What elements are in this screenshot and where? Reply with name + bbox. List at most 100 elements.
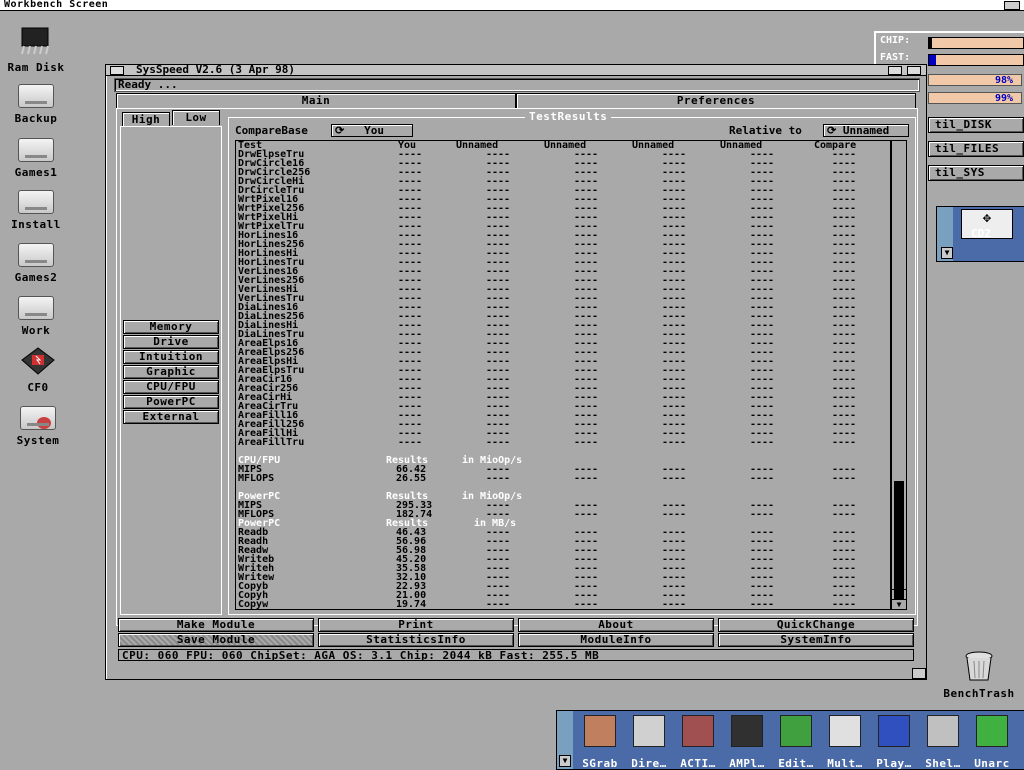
util-disk-button[interactable]: til_DISK [928, 117, 1024, 133]
module-info-button[interactable]: ModuleInfo [518, 633, 714, 647]
dock-item[interactable]: Unarc [969, 715, 1015, 770]
dock-item[interactable]: Shel… [920, 715, 966, 770]
table-row[interactable]: AreaCir16 ---- ---- ---- ---- ---- ---- [236, 375, 890, 385]
desktop-icon-games2[interactable]: Games2 [1, 243, 71, 284]
column-header-row[interactable]: Test You Unnamed Unnamed Unnamed Unnamed Compa… [236, 141, 890, 151]
quickchange-button[interactable]: QuickChange [718, 618, 914, 632]
tab-preferences[interactable]: Preferences [516, 93, 916, 109]
scrollbar-thumb[interactable] [894, 481, 904, 599]
cpu-fpu-button[interactable]: CPU/FPU [123, 380, 219, 394]
table-row[interactable]: AreaElpsHi ---- ---- ---- ---- ---- ---- [236, 357, 890, 367]
table-row[interactable]: MIPS 66.42 ---- ---- ---- ---- ---- [236, 465, 890, 475]
table-row[interactable]: MIPS 295.33 ---- ---- ---- ---- ---- [236, 501, 890, 511]
compare-base-cycle[interactable]: ⟳ You [331, 124, 413, 137]
table-row[interactable]: AreaCir256 ---- ---- ---- ---- ---- ---- [236, 384, 890, 394]
depth-gadget[interactable] [907, 66, 921, 75]
desktop-icon-trash[interactable]: BenchTrash [937, 648, 1021, 700]
dock-item[interactable]: AMPl… [724, 715, 770, 770]
table-row[interactable]: AreaCirHi ---- ---- ---- ---- ---- ---- [236, 393, 890, 403]
table-row[interactable]: MFLOPS 182.74 ---- ---- ---- ---- ---- [236, 510, 890, 520]
graphic-button[interactable]: Graphic [123, 365, 219, 379]
drive-button[interactable]: Drive [123, 335, 219, 349]
table-row[interactable]: VerLines256 ---- ---- ---- ---- ---- ---- [236, 276, 890, 286]
table-row[interactable]: HorLines256 ---- ---- ---- ---- ---- ---- [236, 240, 890, 250]
table-row[interactable]: HorLinesTru ---- ---- ---- ---- ---- ---- [236, 258, 890, 268]
powerpc-button[interactable]: PowerPC [123, 395, 219, 409]
about-button[interactable]: About [518, 618, 714, 632]
sysspeed-window[interactable]: SysSpeed V2.6 (3 Apr 98) Ready ... Main … [105, 63, 927, 680]
table-row[interactable]: Writew 32.10 ---- ---- ---- ---- ---- [236, 573, 890, 583]
table-row[interactable]: Copyb 22.93 ---- ---- ---- ---- ---- [236, 582, 890, 592]
tab-main[interactable]: Main [116, 93, 516, 108]
table-row[interactable]: VerLines16 ---- ---- ---- ---- ---- ---- [236, 267, 890, 277]
cd-window[interactable]: ▼ ✥ CD2 [936, 206, 1024, 262]
statistics-info-button[interactable]: StatisticsInfo [318, 633, 514, 647]
util-sys-button[interactable]: til_SYS [928, 165, 1024, 181]
table-row[interactable]: Readb 46.43 ---- ---- ---- ---- ---- [236, 528, 890, 538]
table-row[interactable]: HorLinesHi ---- ---- ---- ---- ---- ---- [236, 249, 890, 259]
resize-gadget[interactable] [912, 668, 926, 679]
table-row[interactable]: AreaElps16 ---- ---- ---- ---- ---- ---- [236, 339, 890, 349]
table-row[interactable]: DrCircleTru ---- ---- ---- ---- ---- ---- [236, 186, 890, 196]
chevron-down-icon[interactable]: ▼ [941, 247, 953, 259]
table-row[interactable]: AreaElpsTru ---- ---- ---- ---- ---- ---- [236, 366, 890, 376]
window-title-bar[interactable]: SysSpeed V2.6 (3 Apr 98) [106, 63, 926, 76]
table-row[interactable]: AreaFillTru ---- ---- ---- ---- ---- ---- [236, 438, 890, 448]
dock-item[interactable]: SGrab [577, 715, 623, 770]
results-scrollbar[interactable]: ▲ ▼ [891, 140, 907, 610]
table-row[interactable]: DiaLinesHi ---- ---- ---- ---- ---- ---- [236, 321, 890, 331]
table-row[interactable]: AreaElps256 ---- ---- ---- ---- ---- ---- [236, 348, 890, 358]
table-row[interactable]: Writeh 35.58 ---- ---- ---- ---- ---- [236, 564, 890, 574]
zoom-gadget[interactable] [888, 66, 902, 75]
table-row[interactable]: Copyh 21.00 ---- ---- ---- ---- ---- [236, 591, 890, 601]
make-module-button[interactable]: Make Module [118, 618, 314, 632]
table-row[interactable]: AreaFill16 ---- ---- ---- ---- ---- ---- [236, 411, 890, 421]
print-button[interactable]: Print [318, 618, 514, 632]
dock-item[interactable]: ACTI… [675, 715, 721, 770]
table-row[interactable]: WrtPixel16 ---- ---- ---- ---- ---- ---- [236, 195, 890, 205]
relative-to-cycle[interactable]: ⟳ Unnamed [823, 124, 909, 137]
desktop-icon-work[interactable]: Work [1, 296, 71, 337]
table-row[interactable]: Readh 56.96 ---- ---- ---- ---- ---- [236, 537, 890, 547]
table-row[interactable]: DiaLines256 ---- ---- ---- ---- ---- ---- [236, 312, 890, 322]
table-row[interactable]: DrwCircle256 ---- ---- ---- ---- ---- ---- [236, 168, 890, 178]
intuition-button[interactable]: Intuition [123, 350, 219, 364]
results-list[interactable]: Test You Unnamed Unnamed Unnamed Unnamed Compa… [235, 140, 891, 610]
dock-item[interactable]: Dire… [626, 715, 672, 770]
desktop-icon-backup[interactable]: Backup [1, 84, 71, 125]
table-row[interactable]: DiaLines16 ---- ---- ---- ---- ---- ---- [236, 303, 890, 313]
screen-depth-gadget[interactable] [1004, 1, 1020, 10]
table-row[interactable]: VerLinesHi ---- ---- ---- ---- ---- ---- [236, 285, 890, 295]
tab-low[interactable]: Low [172, 110, 220, 125]
table-row[interactable]: DrwCircle16 ---- ---- ---- ---- ---- ---- [236, 159, 890, 169]
section-header-row[interactable]: CPU/FPU Results in MioOp/s [236, 456, 890, 466]
save-module-button[interactable]: Save Module [118, 633, 314, 647]
desktop-icon-cf0[interactable]: CF0 [3, 346, 73, 394]
table-row[interactable]: DiaLinesTru ---- ---- ---- ---- ---- ---- [236, 330, 890, 340]
section-header-row[interactable]: PowerPC Results in MioOp/s [236, 492, 890, 502]
screen-title-bar[interactable]: Workbench Screen [0, 0, 1024, 11]
dock-handle[interactable]: ▼ [557, 711, 573, 769]
table-row[interactable]: Readw 56.98 ---- ---- ---- ---- ---- [236, 546, 890, 556]
external-button[interactable]: External [123, 410, 219, 424]
table-row[interactable]: WrtPixel256 ---- ---- ---- ---- ---- ---- [236, 204, 890, 214]
table-row[interactable]: DrwElpseTru ---- ---- ---- ---- ---- ---- [236, 150, 890, 160]
chevron-down-icon[interactable]: ▼ [559, 755, 571, 767]
util-files-button[interactable]: til_FILES [928, 141, 1024, 157]
desktop-icon-games1[interactable]: Games1 [1, 138, 71, 179]
table-row[interactable]: HorLines16 ---- ---- ---- ---- ---- ---- [236, 231, 890, 241]
memory-button[interactable]: Memory [123, 320, 219, 334]
table-row[interactable]: AreaFill256 ---- ---- ---- ---- ---- ---- [236, 420, 890, 430]
system-info-button[interactable]: SystemInfo [718, 633, 914, 647]
tab-high[interactable]: High [122, 112, 170, 127]
table-row[interactable]: AreaCirTru ---- ---- ---- ---- ---- ---- [236, 402, 890, 412]
table-row[interactable]: Writeb 45.20 ---- ---- ---- ---- ---- [236, 555, 890, 565]
desktop-icon-system[interactable]: System [3, 406, 73, 447]
table-row[interactable]: WrtPixelTru ---- ---- ---- ---- ---- ---- [236, 222, 890, 232]
table-row[interactable]: WrtPixelHi ---- ---- ---- ---- ---- ---- [236, 213, 890, 223]
table-row[interactable]: MFLOPS 26.55 ---- ---- ---- ---- ---- [236, 474, 890, 484]
section-header-row[interactable]: PowerPC Results in MB/s [236, 519, 890, 529]
close-gadget[interactable] [110, 66, 124, 75]
table-row[interactable]: AreaFillHi ---- ---- ---- ---- ---- ---- [236, 429, 890, 439]
scroll-down-arrow[interactable]: ▼ [892, 599, 906, 609]
